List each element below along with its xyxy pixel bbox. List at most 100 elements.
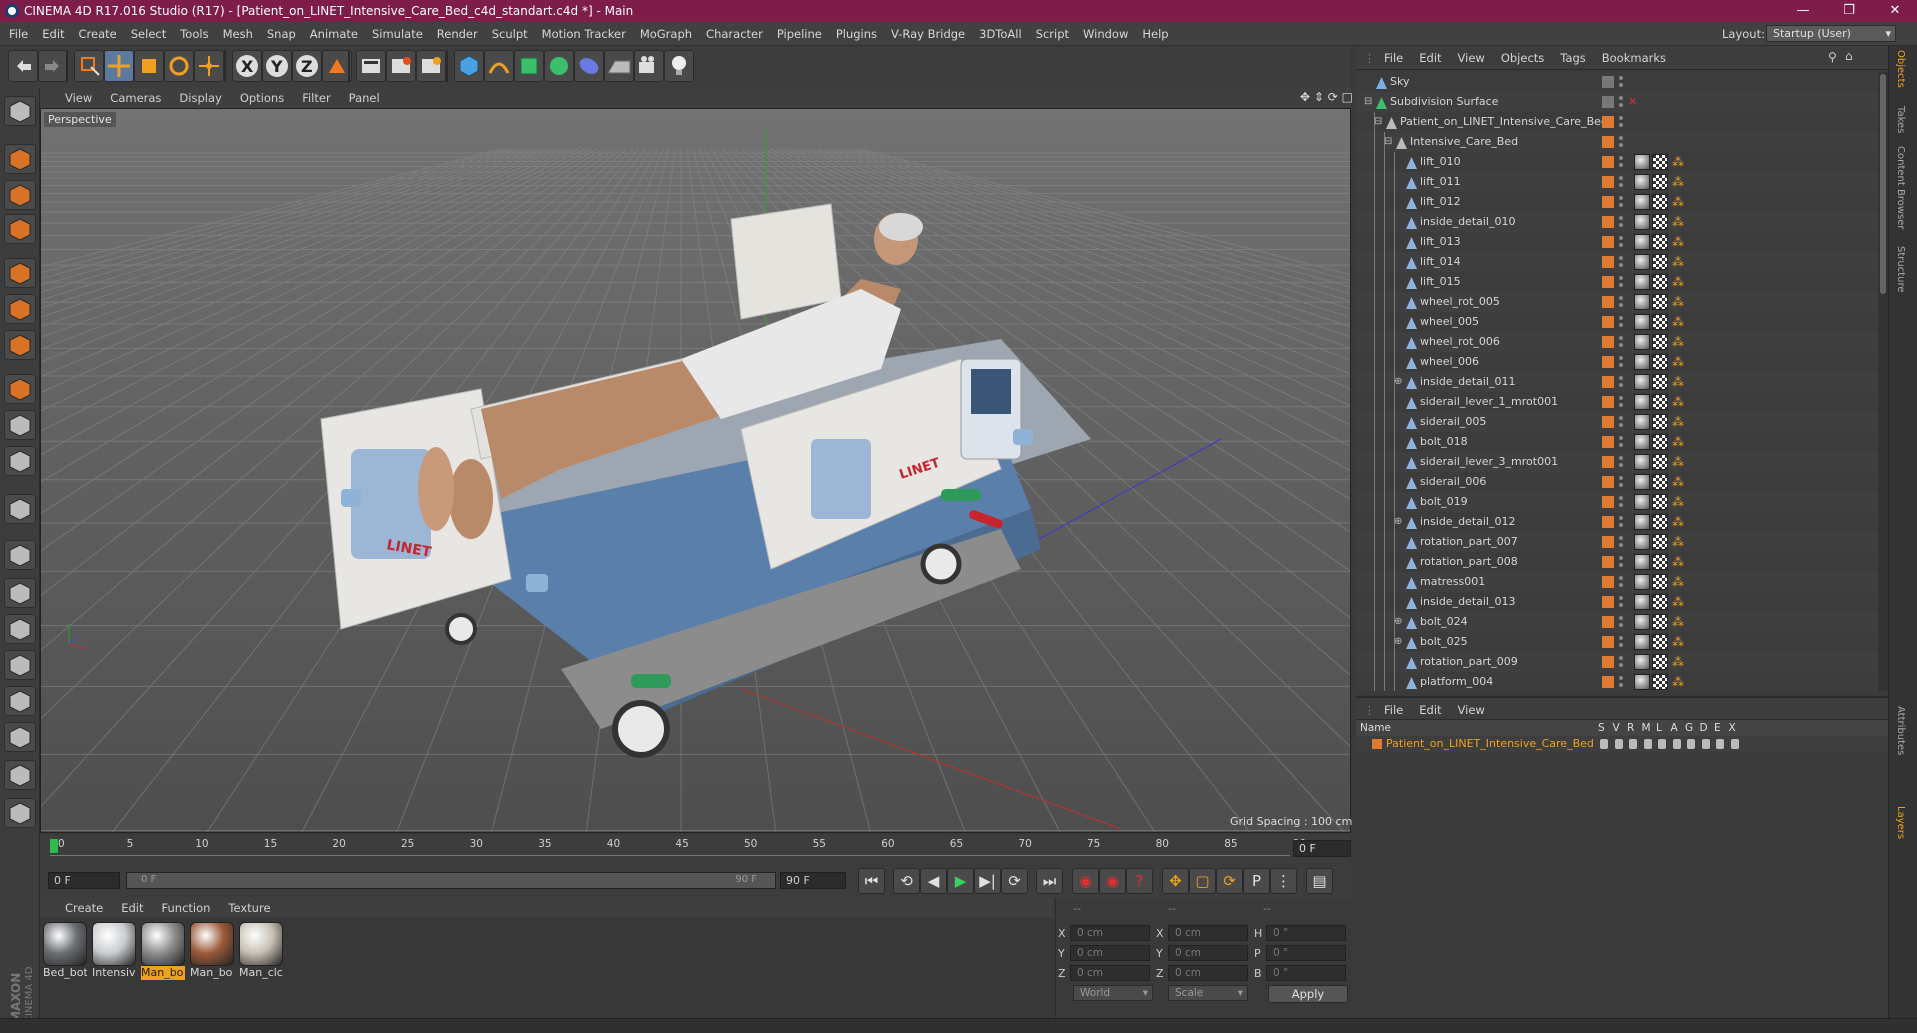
object-row[interactable]: rotation_part_007 ⁂: [1356, 532, 1888, 552]
layer-color-swatch[interactable]: [1602, 376, 1614, 388]
current-frame-field[interactable]: 0 F: [1293, 840, 1351, 857]
material-tag-icon[interactable]: [1652, 634, 1668, 650]
object-row[interactable]: lift_013 ⁂: [1356, 232, 1888, 252]
timeline[interactable]: [40, 835, 1351, 865]
end-frame-field[interactable]: 90 F: [780, 872, 846, 889]
material-tag-icon[interactable]: [1652, 534, 1668, 550]
object-row[interactable]: siderail_005 ⁂: [1356, 412, 1888, 432]
texture-tag-icon[interactable]: [1634, 374, 1650, 390]
phong-tag-icon[interactable]: ⁂: [1672, 452, 1684, 472]
object-row[interactable]: inside_detail_010 ⁂: [1356, 212, 1888, 232]
layer-color-swatch[interactable]: [1602, 416, 1614, 428]
layer-toggle-icon[interactable]: [1658, 739, 1666, 749]
layer-color-swatch[interactable]: [1602, 136, 1614, 148]
coord-field[interactable]: 0 °: [1266, 965, 1346, 981]
visibility-dots-icon[interactable]: [1618, 215, 1624, 229]
phong-tag-icon[interactable]: ⁂: [1672, 592, 1684, 612]
object-row[interactable]: rotation_part_009 ⁂: [1356, 652, 1888, 672]
menu-motion-tracker[interactable]: Motion Tracker: [535, 22, 633, 46]
layer-color-swatch[interactable]: [1372, 739, 1382, 749]
texture-tag-icon[interactable]: [1634, 634, 1650, 650]
layer-menu-file[interactable]: File: [1376, 698, 1411, 722]
menu-mesh[interactable]: Mesh: [216, 22, 260, 46]
menu-file[interactable]: File: [2, 22, 35, 46]
texture-tag-icon[interactable]: [1634, 214, 1650, 230]
object-row[interactable]: lift_011 ⁂: [1356, 172, 1888, 192]
maximize-button[interactable]: ❐: [1826, 0, 1872, 22]
visibility-dots-icon[interactable]: [1618, 395, 1624, 409]
undo-button[interactable]: [8, 50, 38, 82]
pla-key-button[interactable]: ⋮: [1270, 868, 1297, 894]
material-tag-icon[interactable]: [1652, 234, 1668, 250]
viewport-menu-panel[interactable]: Panel: [340, 88, 389, 108]
search-icon[interactable]: ⚲: [1828, 50, 1837, 64]
layer-color-swatch[interactable]: [1602, 236, 1614, 248]
layer-color-swatch[interactable]: [1602, 396, 1614, 408]
material-tag-icon[interactable]: [1652, 194, 1668, 210]
texture-tag-icon[interactable]: [1634, 494, 1650, 510]
phong-tag-icon[interactable]: ⁂: [1672, 512, 1684, 532]
pen-spline-button[interactable]: [484, 50, 514, 82]
material-tag-icon[interactable]: [1652, 374, 1668, 390]
expand-icon[interactable]: ⊟: [1374, 112, 1382, 132]
visibility-dots-icon[interactable]: [1618, 115, 1624, 129]
redo-button[interactable]: [38, 50, 68, 82]
visibility-dots-icon[interactable]: [1618, 435, 1624, 449]
python-button[interactable]: [4, 614, 36, 644]
texture-tag-icon[interactable]: [1634, 194, 1650, 210]
phong-tag-icon[interactable]: ⁂: [1672, 552, 1684, 572]
object-row[interactable]: wheel_rot_005 ⁂: [1356, 292, 1888, 312]
object-row[interactable]: inside_detail_013 ⁂: [1356, 592, 1888, 612]
layer-toggle-icon[interactable]: [1600, 739, 1608, 749]
phong-tag-icon[interactable]: ⁂: [1672, 572, 1684, 592]
object-menu-view[interactable]: View: [1450, 46, 1493, 70]
coord-field[interactable]: 0 cm: [1070, 965, 1150, 981]
y-axis-button[interactable]: Y: [262, 50, 292, 82]
object-row[interactable]: ⊕ bolt_024 ⁂: [1356, 612, 1888, 632]
go-to-end-button[interactable]: ⏭: [1036, 868, 1063, 894]
visibility-dots-icon[interactable]: [1618, 595, 1624, 609]
start-frame-field[interactable]: 0 F: [48, 872, 120, 889]
object-row[interactable]: platform_004 ⁂: [1356, 672, 1888, 691]
param-key-button[interactable]: P: [1243, 868, 1270, 894]
visibility-dots-icon[interactable]: [1618, 355, 1624, 369]
material-menu-edit[interactable]: Edit: [112, 898, 152, 918]
tab-attributes[interactable]: Attributes: [1895, 706, 1906, 755]
menu-plugins[interactable]: Plugins: [829, 22, 884, 46]
menu-v-ray-bridge[interactable]: V-Ray Bridge: [884, 22, 972, 46]
axis-mode-button[interactable]: [4, 374, 36, 404]
texture-tag-icon[interactable]: [1634, 294, 1650, 310]
extrude-button[interactable]: [4, 722, 36, 752]
object-row[interactable]: ⊕ inside_detail_011 ⁂: [1356, 372, 1888, 392]
menu-pipeline[interactable]: Pipeline: [770, 22, 829, 46]
menu-select[interactable]: Select: [124, 22, 173, 46]
floor-button[interactable]: [604, 50, 634, 82]
material-tag-icon[interactable]: [1652, 474, 1668, 490]
coord-field[interactable]: 0 cm: [1168, 945, 1248, 961]
phong-tag-icon[interactable]: ⁂: [1672, 532, 1684, 552]
menu-help[interactable]: Help: [1135, 22, 1175, 46]
expand-icon[interactable]: ⊟: [1384, 132, 1392, 152]
menu-sculpt[interactable]: Sculpt: [485, 22, 535, 46]
viewport-label[interactable]: Perspective: [44, 112, 116, 127]
layer-color-swatch[interactable]: [1602, 356, 1614, 368]
object-row[interactable]: ⊟ Subdivision Surface ✕: [1356, 92, 1888, 112]
phong-tag-icon[interactable]: ⁂: [1672, 192, 1684, 212]
layer-toggle-icon[interactable]: [1687, 739, 1695, 749]
minimize-button[interactable]: —: [1780, 0, 1826, 22]
menu-snap[interactable]: Snap: [260, 22, 303, 46]
layer-menu-edit[interactable]: Edit: [1411, 698, 1449, 722]
viewport-nav-icons[interactable]: ✥ ⇕ ⟳ □: [1300, 90, 1353, 104]
object-scrollbar-thumb[interactable]: [1880, 74, 1886, 294]
disabled-check-icon[interactable]: ✕: [1628, 92, 1637, 112]
visibility-dots-icon[interactable]: [1618, 75, 1624, 89]
layer-color-swatch[interactable]: [1602, 156, 1614, 168]
material-swatch[interactable]: Man_bo: [190, 922, 234, 984]
phong-tag-icon[interactable]: ⁂: [1672, 312, 1684, 332]
bevel-button[interactable]: [4, 686, 36, 716]
visibility-dots-icon[interactable]: [1618, 275, 1624, 289]
camera-button[interactable]: [634, 50, 664, 82]
layer-color-swatch[interactable]: [1602, 656, 1614, 668]
texture-tag-icon[interactable]: [1634, 654, 1650, 670]
tab-objects[interactable]: Objects: [1895, 50, 1906, 88]
